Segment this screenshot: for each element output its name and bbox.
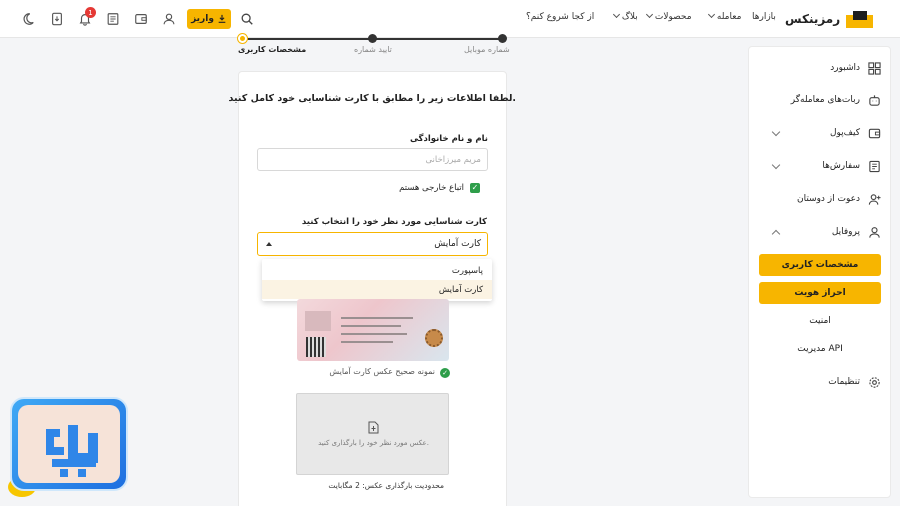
- check-circle-icon: ✓: [440, 368, 450, 378]
- id-type-dropdown: پاسپورت کارت آمایش: [262, 259, 492, 301]
- dropdown-option-label: کارت آمایش: [438, 285, 483, 295]
- step-label-mobile: شماره موبایل: [464, 45, 510, 54]
- promo-badge-inner: [18, 405, 120, 483]
- nav-products-label: محصولات: [654, 12, 692, 22]
- stepper: مشخصات کاربری تایید شماره شماره موبایل: [238, 34, 510, 58]
- dropdown-option-amayesh[interactable]: کارت آمایش: [262, 280, 492, 299]
- sidebar-sub-user-details[interactable]: مشخصات کاربری: [759, 254, 881, 276]
- nav-blog[interactable]: بلاگ: [610, 10, 638, 22]
- chevron-down-icon: [771, 127, 781, 137]
- sidebar-item-orders[interactable]: سفارش‌ها: [759, 158, 881, 174]
- wallet-icon: [868, 128, 881, 138]
- step-label-confirm-number: تایید شماره: [354, 45, 392, 54]
- nav-products[interactable]: محصولات: [643, 10, 692, 22]
- id-card-photo: [305, 311, 331, 331]
- receipt-icon[interactable]: [105, 11, 121, 27]
- upload-limit: محدودیت بارگذاری عکس: 2 مگابایت: [328, 481, 444, 490]
- brand-badge-icon: [46, 425, 98, 477]
- name-input[interactable]: مریم میرزاخانی: [257, 148, 488, 171]
- qr-code-icon: [306, 337, 326, 357]
- upload-text: عکس مورد نظر خود را بارگذاری کنید.: [318, 439, 429, 447]
- nav-markets[interactable]: بازارها: [752, 12, 776, 22]
- chevron-down-icon: [707, 10, 716, 19]
- id-type-select[interactable]: کارت آمایش: [257, 232, 488, 256]
- sidebar-item-dashboard[interactable]: داشبورد: [759, 60, 881, 76]
- moon-icon[interactable]: [20, 11, 36, 27]
- deposit-button[interactable]: واریز: [187, 9, 231, 29]
- chevron-down-icon: [612, 10, 621, 19]
- sidebar-item-label: تنظیمات: [828, 377, 860, 387]
- name-input-placeholder: مریم میرزاخانی: [425, 155, 481, 165]
- user-icon: [869, 226, 880, 238]
- caret-up-icon: [266, 242, 272, 246]
- step-dot: [498, 34, 507, 43]
- sidebar-item-label: کیف‌پول: [829, 128, 860, 138]
- orders-icon: [869, 160, 880, 172]
- sample-caption: نمونه صحیح عکس کارت آمایش: [329, 367, 435, 376]
- user-add-icon: [868, 193, 881, 205]
- id-card-text-lines: [341, 317, 413, 349]
- foreign-checkbox[interactable]: ✓: [470, 183, 480, 193]
- sidebar-item-bots[interactable]: ربات‌های معامله‌گر: [759, 92, 881, 108]
- notification-badge: 1: [85, 7, 96, 18]
- download-icon: [218, 14, 226, 23]
- sidebar-item-label: سفارش‌ها: [822, 161, 860, 171]
- foreign-label: اتباع خارجی هستم: [399, 183, 464, 193]
- nav-markets-label: بازارها: [752, 12, 776, 22]
- id-type-label: کارت شناسایی مورد نظر خود را انتخاب کنید: [301, 217, 487, 227]
- chevron-down-icon: [771, 160, 781, 170]
- sidebar-sub-security[interactable]: امنیت: [759, 316, 881, 326]
- chevron-down-icon: [645, 10, 654, 19]
- sidebar-item-label: دعوت از دوستان: [796, 194, 860, 204]
- user-icon[interactable]: [161, 11, 177, 27]
- brand-name: رمزینکس: [785, 12, 841, 26]
- sidebar-item-label: پروفایل: [831, 227, 860, 237]
- nav-trade[interactable]: معامله: [705, 10, 742, 22]
- sidebar-item-profile[interactable]: پروفایل: [759, 224, 881, 240]
- sidebar-item-label: ربات‌های معامله‌گر: [790, 95, 860, 105]
- step-label-user-details: مشخصات کاربری: [238, 45, 307, 54]
- brand-logo[interactable]: رمزینکس: [785, 9, 885, 29]
- chevron-up-icon: [771, 229, 781, 239]
- brand-mark-icon: [846, 10, 874, 28]
- sample-id-card-image: [297, 299, 449, 361]
- sidebar-sub-api[interactable]: مدیریت API: [759, 344, 881, 354]
- nav-getting-started[interactable]: از کجا شروع کنم؟: [526, 12, 594, 22]
- nav-blog-label: بلاگ: [621, 12, 638, 22]
- sidebar-item-label: داشبورد: [830, 63, 860, 73]
- emblem-icon: [425, 329, 443, 347]
- dropdown-option-label: پاسپورت: [451, 266, 483, 276]
- form-intro: لطفا اطلاعات زیر را مطابق با کارت شناسای…: [228, 93, 516, 104]
- dropdown-option-passport[interactable]: پاسپورت: [262, 261, 492, 280]
- grid-icon: [868, 61, 881, 75]
- nav-trade-label: معامله: [716, 12, 742, 22]
- promo-logo-badge: [10, 397, 128, 491]
- gear-icon: [869, 376, 880, 388]
- sidebar-sub-verification[interactable]: احراز هویت: [759, 282, 881, 304]
- step-dot-active: [238, 34, 247, 43]
- nav-getting-started-label: از کجا شروع کنم؟: [526, 12, 595, 22]
- sidebar-item-settings[interactable]: تنظیمات: [759, 374, 881, 390]
- robot-icon: [869, 94, 880, 106]
- upload-area[interactable]: عکس مورد نظر خود را بارگذاری کنید.: [296, 393, 449, 475]
- deposit-button-label: واریز: [191, 14, 214, 24]
- search-icon[interactable]: [239, 11, 255, 27]
- id-type-selected: کارت آمایش: [434, 239, 481, 249]
- sidebar-item-wallet[interactable]: کیف‌پول: [759, 125, 881, 141]
- wallet-download-icon[interactable]: [49, 11, 65, 27]
- sidebar-item-invite[interactable]: دعوت از دوستان: [759, 191, 881, 207]
- name-label: نام و نام خانوادگی: [409, 134, 488, 144]
- wallet-icon[interactable]: [133, 11, 149, 27]
- step-dot: [368, 34, 377, 43]
- file-upload-icon: [368, 421, 379, 434]
